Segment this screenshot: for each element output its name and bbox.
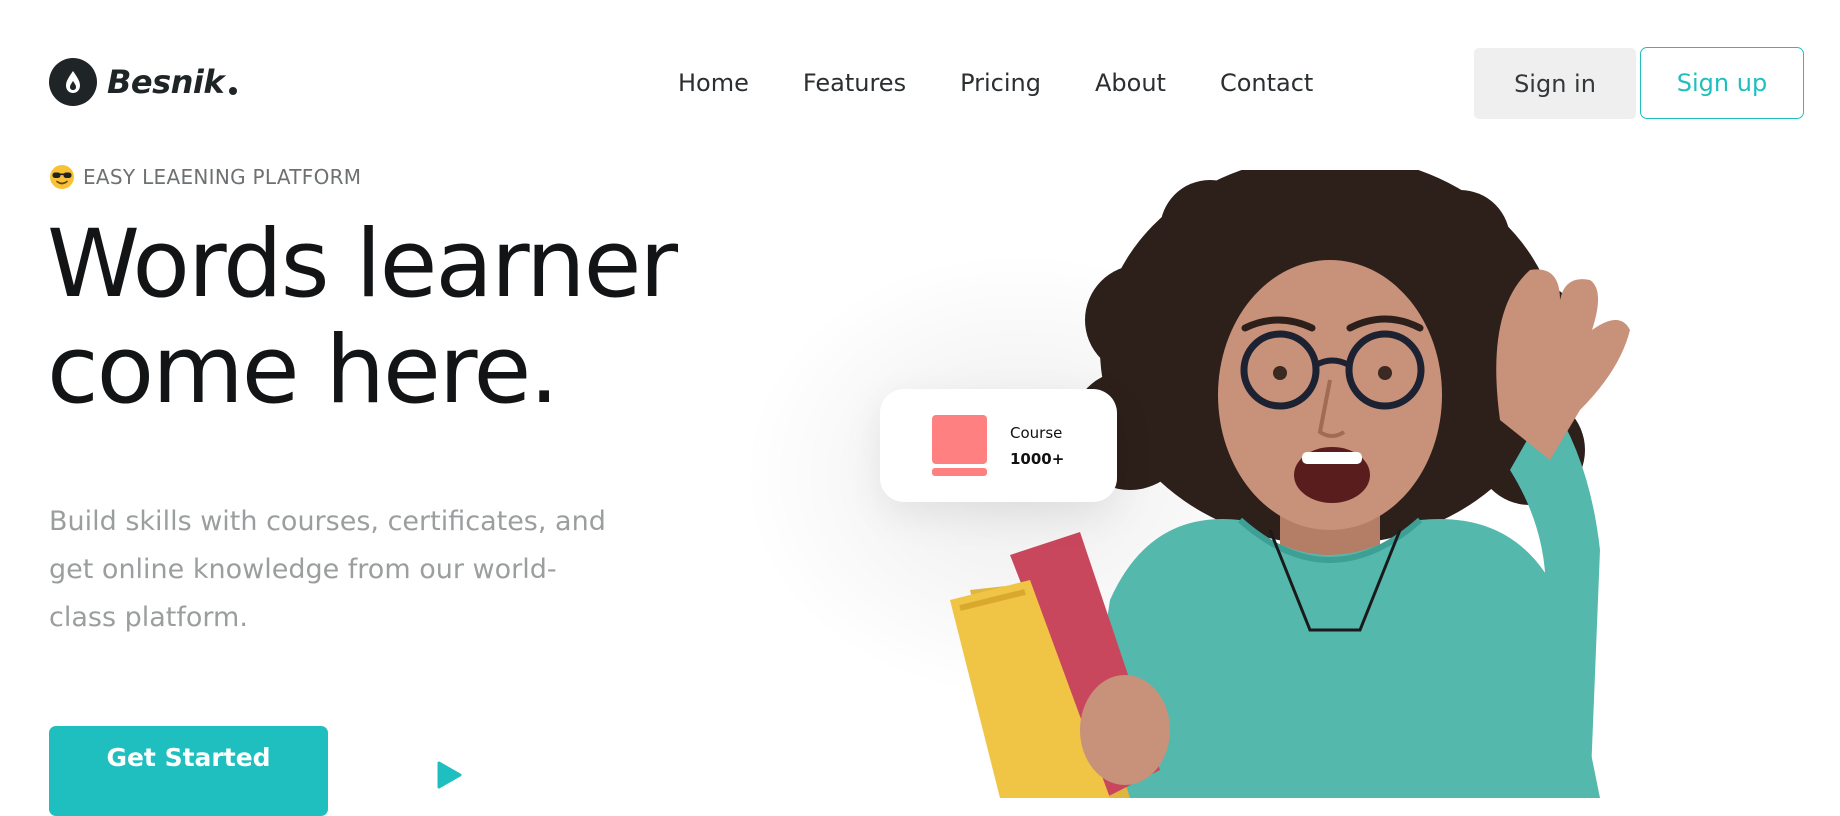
eyebrow-text: EASY LEAENING PLATFORM bbox=[83, 165, 362, 189]
nav-item-features[interactable]: Features bbox=[803, 66, 906, 100]
brand-logo[interactable]: Besnik bbox=[49, 58, 238, 106]
course-stat-text: Course 1000+ bbox=[1010, 420, 1064, 472]
nav-item-pricing[interactable]: Pricing bbox=[960, 66, 1041, 100]
play-icon[interactable] bbox=[434, 760, 464, 790]
hero-subtext: Build skills with courses, certificates,… bbox=[49, 506, 606, 633]
sign-up-button[interactable]: Sign up bbox=[1640, 47, 1804, 119]
headline-line-2: come here. bbox=[47, 316, 559, 425]
brand-name: Besnik bbox=[107, 63, 225, 101]
nav-item-home[interactable]: Home bbox=[678, 66, 749, 100]
get-started-button[interactable]: Get Started bbox=[49, 726, 328, 816]
droplet-icon bbox=[49, 58, 97, 106]
book-icon bbox=[932, 415, 987, 476]
hero-headline: Words learner come here. bbox=[47, 210, 678, 425]
hero-eyebrow: EASY LEAENING PLATFORM bbox=[49, 164, 361, 190]
sunglasses-face-icon bbox=[50, 165, 74, 189]
main-nav: Home Features Pricing About Contact bbox=[678, 66, 1313, 100]
course-stat-card: Course 1000+ bbox=[880, 389, 1117, 502]
nav-item-about[interactable]: About bbox=[1095, 66, 1166, 100]
course-count: 1000+ bbox=[1010, 449, 1065, 468]
sign-in-button[interactable]: Sign in bbox=[1474, 48, 1636, 119]
brand-dot bbox=[229, 87, 238, 95]
headline-line-1: Words learner bbox=[47, 210, 678, 319]
course-label: Course bbox=[1010, 423, 1063, 442]
nav-item-contact[interactable]: Contact bbox=[1220, 66, 1313, 100]
